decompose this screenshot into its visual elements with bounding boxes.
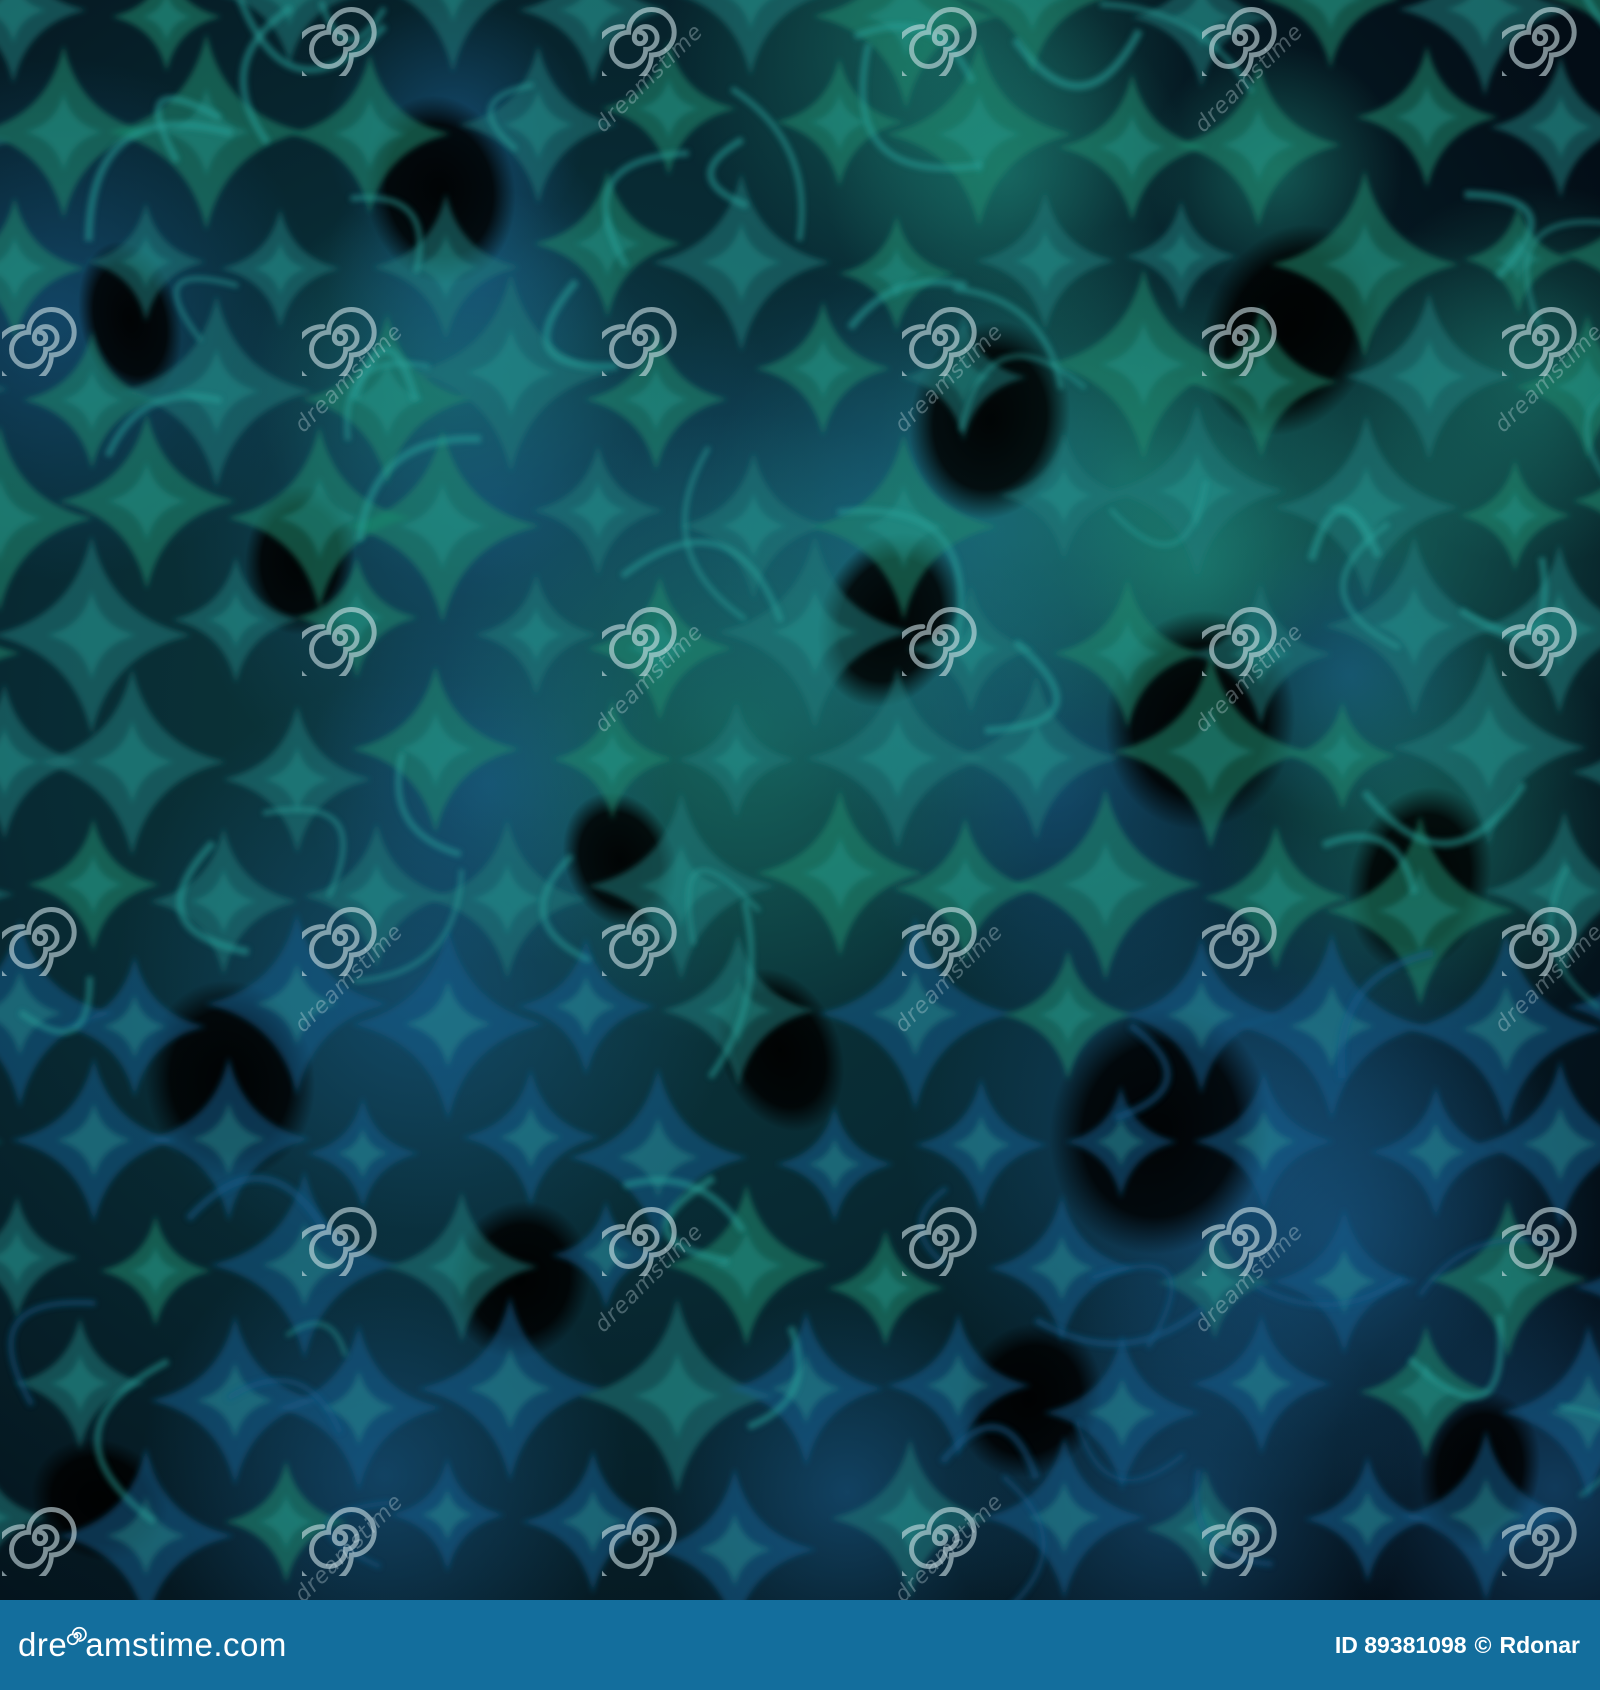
image-credit: ID 89381098 © Rdonar bbox=[1335, 1632, 1580, 1659]
stock-photo-frame: dreamstime dreamstime dreamstime dreamstime… bbox=[0, 0, 1600, 1690]
abstract-fractal-artwork bbox=[0, 0, 1600, 1600]
logo-text-prefix: dre bbox=[18, 1626, 68, 1663]
author-name: Rdonar bbox=[1499, 1631, 1581, 1658]
spiral-icon bbox=[67, 1626, 87, 1646]
logo-text-suffix: amstime.com bbox=[85, 1626, 287, 1663]
footer-bar: dre amstime.com ID 89381098 © Rdonar bbox=[0, 1600, 1600, 1690]
image-id: ID 89381098 bbox=[1334, 1631, 1467, 1658]
copyright-symbol: © bbox=[1474, 1631, 1492, 1658]
dreamstime-logo: dre amstime.com bbox=[18, 1625, 287, 1665]
